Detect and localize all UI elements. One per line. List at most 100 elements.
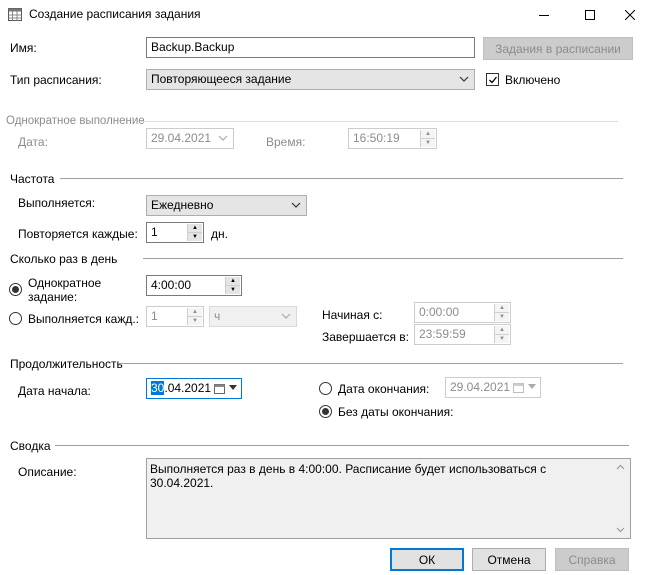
- one-time-date-label: Дата:: [18, 135, 48, 149]
- one-time-time-field[interactable]: 16:50:19 ▲ ▼: [348, 128, 437, 149]
- help-button[interactable]: Справка: [555, 548, 629, 571]
- spin-down-icon[interactable]: ▼: [495, 334, 509, 342]
- calendar-icon: [214, 384, 225, 394]
- spin-up-icon[interactable]: ▲: [495, 304, 509, 312]
- one-time-divider: [141, 121, 618, 122]
- once-label-line1: Однократное: [28, 276, 102, 290]
- schedule-type-label: Тип расписания:: [10, 73, 102, 87]
- spin-down-icon[interactable]: ▼: [188, 232, 202, 240]
- recurs-label: Повторяется каждые:: [18, 227, 138, 241]
- schedule-type-select[interactable]: Повторяющееся задание: [146, 69, 475, 90]
- summary-group-label: Сводка: [10, 439, 51, 453]
- end-date-radio[interactable]: [319, 382, 332, 395]
- calendar-grid-icon: [8, 8, 22, 21]
- cancel-button[interactable]: Отмена: [472, 548, 546, 571]
- recurs-field[interactable]: 1 ▲ ▼: [146, 222, 204, 243]
- spin-down-icon[interactable]: ▼: [495, 312, 509, 320]
- maximize-button[interactable]: [567, 0, 613, 30]
- close-icon: [625, 10, 635, 20]
- dropdown-arrow-icon: [229, 385, 237, 390]
- start-date-picker[interactable]: 30.04.2021: [146, 378, 242, 399]
- start-date-label: Дата начала:: [18, 384, 91, 398]
- description-label: Описание:: [18, 465, 77, 479]
- minimize-button[interactable]: [521, 0, 567, 30]
- start-time-label: Начиная с:: [322, 308, 383, 322]
- ok-button[interactable]: ОК: [390, 548, 464, 571]
- once-radio[interactable]: [9, 283, 22, 296]
- occurs-label: Выполняется:: [18, 196, 96, 210]
- occurs-value: Ежедневно: [151, 198, 214, 212]
- end-date-label: Дата окончания:: [338, 382, 430, 396]
- spin-down-icon[interactable]: ▼: [188, 316, 202, 324]
- end-date-value: 29.04.2021: [450, 380, 511, 394]
- start-time-field[interactable]: 0:00:00 ▲ ▼: [414, 302, 511, 323]
- every-unit-value: ч: [214, 309, 221, 323]
- name-label: Имя:: [10, 41, 37, 55]
- one-time-date-value: 29.04.2021: [151, 131, 212, 145]
- description-scrollbar[interactable]: [613, 460, 629, 537]
- schedule-type-value: Повторяющееся задание: [151, 72, 292, 86]
- summary-divider: [55, 445, 629, 446]
- every-radio[interactable]: [9, 312, 22, 325]
- chevron-down-icon: [218, 135, 228, 141]
- spin-up-icon[interactable]: ▲: [495, 326, 509, 334]
- occurs-select[interactable]: Ежедневно: [146, 195, 307, 216]
- duration-divider: [118, 363, 623, 364]
- window-title: Создание расписания задания: [29, 7, 201, 21]
- recurs-value: 1: [151, 225, 158, 239]
- every-value-field[interactable]: 1 ▲ ▼: [146, 306, 204, 327]
- spin-up-icon[interactable]: ▲: [188, 308, 202, 316]
- enabled-checkbox[interactable]: [486, 73, 499, 86]
- title-bar: Создание расписания задания: [0, 0, 647, 30]
- end-time-field[interactable]: 23:59:59 ▲ ▼: [414, 324, 511, 345]
- check-icon: [488, 76, 497, 83]
- start-time-spinner[interactable]: ▲ ▼: [494, 304, 509, 321]
- name-field[interactable]: Backup.Backup: [146, 37, 475, 58]
- spin-down-icon[interactable]: ▼: [226, 285, 240, 293]
- once-time-value: 4:00:00: [151, 278, 192, 292]
- spin-down-icon[interactable]: ▼: [421, 138, 435, 146]
- every-spinner[interactable]: ▲ ▼: [187, 308, 202, 325]
- chevron-down-icon: [459, 76, 469, 82]
- description-text: Выполняется раз в день в 4:00:00. Распис…: [150, 462, 547, 490]
- once-label-line2: задание:: [28, 290, 78, 304]
- end-date-picker[interactable]: 29.04.2021: [445, 377, 541, 398]
- no-end-date-radio[interactable]: [319, 405, 332, 418]
- recurs-spinner[interactable]: ▲ ▼: [187, 224, 202, 241]
- no-end-date-label: Без даты окончания:: [338, 405, 454, 419]
- radio-dot: [322, 408, 329, 415]
- one-time-group-label: Однократное выполнение: [6, 115, 145, 127]
- one-time-date-picker[interactable]: 29.04.2021: [146, 128, 234, 149]
- one-time-time-value: 16:50:19: [353, 131, 400, 145]
- calendar-icon: [513, 383, 524, 393]
- start-date-day-selected: 30: [151, 381, 165, 395]
- scroll-down-icon[interactable]: [616, 527, 625, 533]
- recurs-unit: дн.: [211, 227, 228, 241]
- end-time-spinner[interactable]: ▲ ▼: [494, 326, 509, 343]
- description-textarea[interactable]: Выполняется раз в день в 4:00:00. Распис…: [146, 458, 631, 539]
- close-button[interactable]: [613, 0, 647, 30]
- scroll-up-icon[interactable]: [616, 464, 625, 470]
- radio-dot: [12, 286, 19, 293]
- every-unit-select[interactable]: ч: [209, 306, 297, 327]
- once-label: Однократное задание:: [28, 276, 101, 304]
- start-time-value: 0:00:00: [419, 305, 460, 319]
- frequency-group-label: Частота: [10, 172, 55, 186]
- minimize-icon: [539, 15, 549, 16]
- chevron-down-icon: [281, 313, 291, 319]
- end-time-value: 23:59:59: [419, 327, 466, 341]
- once-time-field[interactable]: 4:00:00 ▲ ▼: [146, 275, 242, 296]
- spin-up-icon[interactable]: ▲: [188, 224, 202, 232]
- chevron-down-icon: [291, 202, 301, 208]
- every-value: 1: [151, 309, 158, 323]
- jobs-in-schedule-button[interactable]: Задания в расписании: [483, 37, 633, 60]
- spin-up-icon[interactable]: ▲: [226, 277, 240, 285]
- daily-frequency-group-label: Сколько раз в день: [10, 252, 118, 266]
- maximize-icon: [585, 10, 595, 20]
- once-time-spinner[interactable]: ▲ ▼: [225, 277, 240, 294]
- dropdown-arrow-icon: [528, 384, 536, 389]
- spin-up-icon[interactable]: ▲: [421, 130, 435, 138]
- time-spinner[interactable]: ▲ ▼: [420, 130, 435, 147]
- one-time-time-label: Время:: [266, 135, 306, 149]
- frequency-divider: [60, 178, 623, 179]
